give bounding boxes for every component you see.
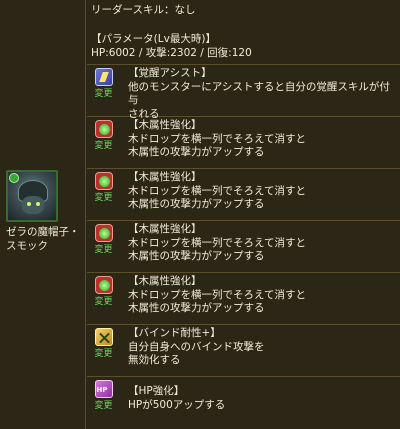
awakening-icon-wrap: 変更 <box>91 328 116 360</box>
change-link[interactable]: 変更 <box>91 244 116 256</box>
eye-right <box>36 202 40 206</box>
awakening-text: 【木属性強化】 木ドロップを横一列でそろえて消すと 木属性の攻撃力がアップする <box>128 119 396 160</box>
awakening-row: 変更 【木属性強化】 木ドロップを横一列でそろえて消すと 木属性の攻撃力がアップ… <box>87 169 400 221</box>
awakening-icon-wrap: 変更 <box>91 68 116 100</box>
awakening-icon-wrap: 変更 <box>91 380 116 412</box>
awakening-row: 変更 【HP強化】 HPが500アップする <box>87 377 400 429</box>
awakening-desc: 木ドロップを横一列でそろえて消すと <box>128 184 306 197</box>
awakening-row: 変更 【覚醒アシスト】 他のモンスターにアシストすると自分の覚醒スキルが付与 さ… <box>87 65 400 120</box>
awakening-title: 【バインド耐性+】 <box>128 327 221 339</box>
bind-resist-plus-icon <box>94 328 113 346</box>
awakening-text: 【バインド耐性+】 自分自身へのバインド攻撃を 無効化する <box>128 327 396 368</box>
wood-enhance-icon <box>94 224 113 242</box>
awakening-text: 【木属性強化】 木ドロップを横一列でそろえて消すと 木属性の攻撃力がアップする <box>128 223 396 264</box>
monster-name-line2: スモック <box>6 240 48 252</box>
face-shape <box>22 196 44 214</box>
awakening-title: 【木属性強化】 <box>128 275 202 287</box>
wood-enhance-icon <box>94 172 113 190</box>
monster-info: ゼラの魔帽子・ スモック <box>6 170 80 253</box>
awakening-desc: 木属性の攻撃力がアップする <box>128 146 265 158</box>
awakening-title: 【HP強化】 <box>128 385 185 397</box>
awakening-text: 【覚醒アシスト】 他のモンスターにアシストすると自分の覚醒スキルが付与 される <box>128 67 396 121</box>
monster-portrait-icon[interactable] <box>6 170 58 222</box>
change-link[interactable]: 変更 <box>91 400 116 412</box>
awakening-desc: 木ドロップを横一列でそろえて消すと <box>128 132 306 145</box>
hp-enhance-icon <box>94 380 113 398</box>
awakening-icon-wrap: 変更 <box>91 172 116 204</box>
awakening-desc: 木属性の攻撃力がアップする <box>128 302 265 314</box>
details-area: リーダースキル：なし 【パラメータ(Lv最大時)】 HP:6002 / 攻撃:2… <box>87 0 400 429</box>
awakening-desc: 無効化する <box>128 354 181 366</box>
change-link[interactable]: 変更 <box>91 348 116 360</box>
wood-enhance-icon <box>94 276 113 294</box>
leader-skill: リーダースキル：なし <box>91 4 196 16</box>
awakening-title: 【木属性強化】 <box>128 171 202 183</box>
monster-cell: ゼラの魔帽子・ スモック <box>0 0 86 429</box>
wood-attribute-icon <box>9 173 19 183</box>
awakening-row: 変更 【木属性強化】 木ドロップを横一列でそろえて消すと 木属性の攻撃力がアップ… <box>87 273 400 325</box>
awakening-title: 【木属性強化】 <box>128 223 202 235</box>
awakening-desc: HPが500アップする <box>128 398 226 411</box>
awakening-desc: 他のモンスターにアシストすると自分の覚醒スキルが付与 <box>128 80 390 107</box>
awakening-title: 【覚醒アシスト】 <box>128 67 212 79</box>
monster-detail-panel: ゼラの魔帽子・ スモック リーダースキル：なし 【パラメータ(Lv最大時)】 H… <box>0 0 400 429</box>
awakening-icon-wrap: 変更 <box>91 224 116 256</box>
awakening-text: 【HP強化】 HPが500アップする <box>128 385 396 412</box>
params-title: 【パラメータ(Lv最大時)】 <box>91 33 216 45</box>
eye-left <box>27 202 31 206</box>
params-values: HP:6002 / 攻撃:2302 / 回復:120 <box>91 47 252 59</box>
awakening-row: 変更 【木属性強化】 木ドロップを横一列でそろえて消すと 木属性の攻撃力がアップ… <box>87 117 400 169</box>
awakening-desc: 木属性の攻撃力がアップする <box>128 250 265 262</box>
awakening-title: 【木属性強化】 <box>128 119 202 131</box>
monster-name-line1: ゼラの魔帽子・ <box>6 226 80 238</box>
assist-awakening-icon <box>94 68 113 86</box>
awakening-row: 変更 【木属性強化】 木ドロップを横一列でそろえて消すと 木属性の攻撃力がアップ… <box>87 221 400 273</box>
change-link[interactable]: 変更 <box>91 192 116 204</box>
monster-name: ゼラの魔帽子・ スモック <box>6 225 80 253</box>
awakening-desc: 木ドロップを横一列でそろえて消すと <box>128 288 306 301</box>
awakening-icon-wrap: 変更 <box>91 120 116 152</box>
awakening-desc: 木ドロップを横一列でそろえて消すと <box>128 236 306 249</box>
change-link[interactable]: 変更 <box>91 88 116 100</box>
change-link[interactable]: 変更 <box>91 140 116 152</box>
awakening-row: 変更 【バインド耐性+】 自分自身へのバインド攻撃を 無効化する <box>87 325 400 377</box>
awakening-desc: 自分自身へのバインド攻撃を <box>128 340 265 353</box>
awakening-icon-wrap: 変更 <box>91 276 116 308</box>
awakening-text: 【木属性強化】 木ドロップを横一列でそろえて消すと 木属性の攻撃力がアップする <box>128 171 396 212</box>
stats-header: リーダースキル：なし 【パラメータ(Lv最大時)】 HP:6002 / 攻撃:2… <box>87 0 400 65</box>
awakening-text: 【木属性強化】 木ドロップを横一列でそろえて消すと 木属性の攻撃力がアップする <box>128 275 396 316</box>
wood-enhance-icon <box>94 120 113 138</box>
change-link[interactable]: 変更 <box>91 296 116 308</box>
awakening-desc: 木属性の攻撃力がアップする <box>128 198 265 210</box>
